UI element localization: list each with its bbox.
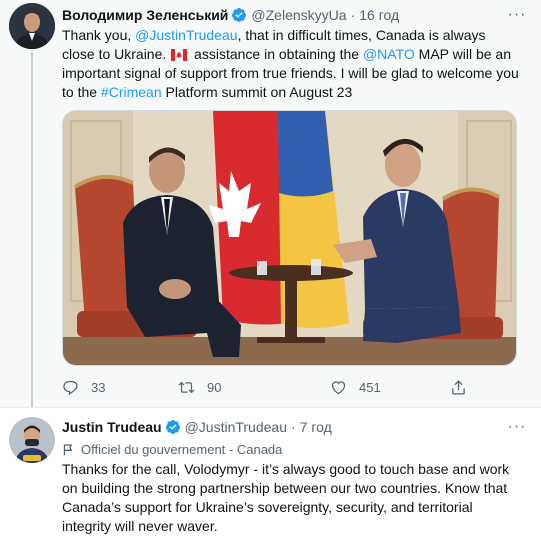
thread-line (31, 52, 33, 408)
timestamp[interactable]: 16 год (359, 7, 399, 23)
share-button[interactable] (450, 379, 479, 396)
verified-badge-icon (232, 8, 247, 22)
separator-dot: · (291, 419, 296, 435)
share-icon (452, 379, 465, 395)
avatar[interactable] (9, 3, 55, 49)
more-options-icon[interactable]: ··· (505, 418, 529, 436)
like-count: 451 (359, 379, 381, 395)
government-label-text: Officiel du gouvernement - Canada (81, 441, 283, 457)
author-handle[interactable]: @JustinTrudeau (185, 419, 287, 435)
retweet-icon (178, 381, 195, 393)
tweet-text: Thanks for the call, Volodymyr - it’s al… (62, 461, 510, 534)
canada-flag-icon (171, 49, 188, 61)
tweet-zelensky[interactable]: Володимир Зеленський @ZelenskyyUa · 16 г… (0, 0, 541, 408)
tweet-actions: 33 90 451 (62, 377, 479, 397)
tweet-trudeau[interactable]: Justin Trudeau @JustinTrudeau · 7 год ··… (0, 407, 541, 540)
author-name[interactable]: Justin Trudeau (62, 419, 162, 435)
retweet-count: 90 (207, 379, 222, 395)
reply-icon (63, 380, 78, 395)
more-options-icon[interactable]: ··· (505, 6, 529, 24)
flag-label-icon (63, 443, 72, 455)
text-segment: Thank you, (62, 27, 136, 43)
like-button[interactable]: 451 (330, 379, 450, 396)
tweet-header: Володимир Зеленський @ZelenskyyUa · 16 г… (62, 5, 399, 25)
separator-dot: · (350, 7, 356, 23)
government-label[interactable]: Officiel du gouvernement - Canada (62, 440, 282, 458)
heart-icon (331, 380, 346, 394)
author-handle[interactable]: @ZelenskyyUa (251, 7, 346, 23)
verified-badge-icon (165, 420, 180, 434)
reply-button[interactable]: 33 (62, 379, 178, 396)
hashtag-link[interactable]: #Crimean (101, 84, 162, 100)
timestamp[interactable]: 7 год (300, 419, 332, 435)
mention-link[interactable]: @NATO (363, 46, 415, 62)
avatar[interactable] (9, 417, 55, 463)
retweet-button[interactable]: 90 (178, 379, 330, 396)
tweet-photo[interactable] (62, 110, 517, 366)
reply-count: 33 (91, 379, 106, 395)
tweet-text: Thank you, @JustinTrudeau, that in diffi… (62, 26, 522, 102)
author-name[interactable]: Володимир Зеленський (62, 7, 228, 23)
text-segment: Platform summit on August 23 (161, 84, 353, 100)
tweet-header: Justin Trudeau @JustinTrudeau · 7 год (62, 417, 332, 437)
mention-link[interactable]: @JustinTrudeau (135, 27, 237, 43)
text-segment: assistance in obtaining the (190, 46, 363, 62)
